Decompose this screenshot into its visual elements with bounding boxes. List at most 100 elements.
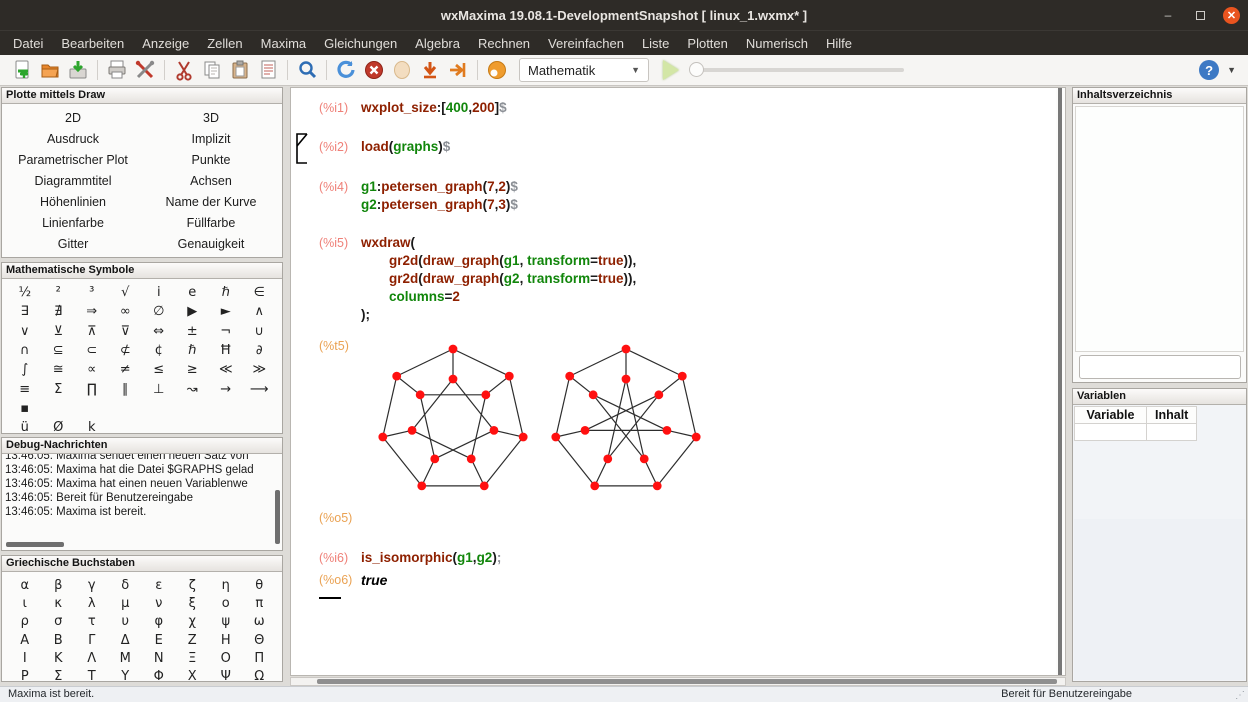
toc-list[interactable]: [1075, 106, 1244, 352]
greek-letter-button[interactable]: α: [8, 576, 42, 594]
jump-to-output-icon[interactable]: [418, 58, 442, 82]
greek-letter-button[interactable]: ω: [243, 613, 277, 631]
draw-tool-gitter[interactable]: Gitter: [4, 233, 142, 254]
greek-letter-button[interactable]: β: [42, 576, 76, 594]
menu-liste[interactable]: Liste: [633, 31, 678, 56]
greek-letter-button[interactable]: π: [243, 594, 277, 612]
menu-hilfe[interactable]: Hilfe: [817, 31, 861, 56]
cell-bracket[interactable]: [296, 133, 309, 170]
evaluate-all-icon[interactable]: [485, 58, 509, 82]
animation-slider[interactable]: [689, 58, 904, 82]
greek-letter-button[interactable]: σ: [42, 613, 76, 631]
menu-vereinfachen[interactable]: Vereinfachen: [539, 31, 633, 56]
menu-maxima[interactable]: Maxima: [252, 31, 316, 56]
symbol-button[interactable]: ∅: [142, 302, 176, 321]
resize-grip-icon[interactable]: ⋰: [1235, 690, 1245, 701]
symbol-button[interactable]: i: [142, 283, 176, 302]
symbol-button[interactable]: Ø: [42, 418, 76, 434]
symbol-button[interactable]: ∫: [8, 360, 42, 379]
symbol-button[interactable]: ≥: [176, 360, 210, 379]
symbol-button[interactable]: ¬: [209, 322, 243, 341]
menu-datei[interactable]: Datei: [4, 31, 52, 56]
greek-letter-button[interactable]: χ: [176, 613, 210, 631]
select-all-icon[interactable]: [256, 58, 280, 82]
worksheet-cell[interactable]: (%o5): [291, 509, 1065, 527]
greek-letter-button[interactable]: Ο: [209, 649, 243, 667]
symbol-button[interactable]: ∏: [75, 379, 109, 398]
draw-tool-2d[interactable]: 2D: [4, 107, 142, 128]
symbol-button[interactable]: ü: [8, 418, 42, 434]
symbol-button[interactable]: ∩: [8, 341, 42, 360]
debug-horizontal-scrollbar[interactable]: [6, 542, 64, 547]
draw-tool-parametrischer-plot[interactable]: Parametrischer Plot: [4, 149, 142, 170]
greek-letter-button[interactable]: υ: [109, 613, 143, 631]
greek-letter-button[interactable]: ψ: [209, 613, 243, 631]
play-animation-button[interactable]: [663, 60, 679, 80]
greek-letter-button[interactable]: Θ: [243, 631, 277, 649]
save-icon[interactable]: [66, 58, 90, 82]
menu-numerisch[interactable]: Numerisch: [737, 31, 817, 56]
greek-letter-button[interactable]: Β: [42, 631, 76, 649]
draw-tool-genauigkeit[interactable]: Genauigkeit: [142, 233, 280, 254]
greek-letter-button[interactable]: Ξ: [176, 649, 210, 667]
menu-algebra[interactable]: Algebra: [406, 31, 469, 56]
greek-letter-button[interactable]: λ: [75, 594, 109, 612]
draw-tool-punkte[interactable]: Punkte: [142, 149, 280, 170]
greek-letter-button[interactable]: Τ: [75, 667, 109, 682]
draw-tool-höhenlinien[interactable]: Höhenlinien: [4, 191, 142, 212]
draw-tool-achsen[interactable]: Achsen: [142, 170, 280, 191]
paste-icon[interactable]: [228, 58, 252, 82]
greek-letter-button[interactable]: Ω: [243, 667, 277, 682]
worksheet-cell[interactable]: (%i1)wxplot_size:[400,200]$: [291, 99, 1065, 117]
symbol-button[interactable]: ≪: [209, 360, 243, 379]
greek-letter-button[interactable]: τ: [75, 613, 109, 631]
worksheet-horizontal-scrollbar[interactable]: [290, 677, 1066, 686]
symbol-button[interactable]: ⊆: [42, 341, 76, 360]
symbol-button[interactable]: ³: [75, 283, 109, 302]
follow-evaluation-icon[interactable]: [446, 58, 470, 82]
symbol-button[interactable]: ⊼: [75, 322, 109, 341]
draw-tool-3d[interactable]: 3D: [142, 107, 280, 128]
greek-letter-button[interactable]: Ε: [142, 631, 176, 649]
greek-letter-button[interactable]: ε: [142, 576, 176, 594]
draw-tool-implizit[interactable]: Implizit: [142, 128, 280, 149]
greek-letter-button[interactable]: θ: [243, 576, 277, 594]
symbol-button[interactable]: ↝: [176, 379, 210, 398]
symbol-button[interactable]: →: [209, 379, 243, 398]
greek-letter-button[interactable]: ζ: [176, 576, 210, 594]
menu-gleichungen[interactable]: Gleichungen: [315, 31, 406, 56]
menu-bearbeiten[interactable]: Bearbeiten: [52, 31, 133, 56]
new-document-icon[interactable]: [10, 58, 34, 82]
menu-rechnen[interactable]: Rechnen: [469, 31, 539, 56]
symbol-button[interactable]: ⟶: [243, 379, 277, 398]
greek-letter-button[interactable]: ρ: [8, 613, 42, 631]
symbol-button[interactable]: ⇒: [75, 302, 109, 321]
variables-row[interactable]: [1075, 424, 1197, 441]
menu-plotten[interactable]: Plotten: [678, 31, 736, 56]
preferences-icon[interactable]: [133, 58, 157, 82]
find-icon[interactable]: [295, 58, 319, 82]
worksheet-vertical-scrollbar[interactable]: [1056, 88, 1065, 675]
symbol-button[interactable]: Σ: [42, 379, 76, 398]
greek-letter-button[interactable]: Γ: [75, 631, 109, 649]
greek-letter-button[interactable]: Η: [209, 631, 243, 649]
greek-letter-button[interactable]: ν: [142, 594, 176, 612]
greek-letter-button[interactable]: Α: [8, 631, 42, 649]
symbol-button[interactable]: ⊄: [109, 341, 143, 360]
symbol-button[interactable]: ⊻: [42, 322, 76, 341]
worksheet-cell[interactable]: (%t5): [291, 337, 1065, 508]
greek-letter-button[interactable]: κ: [42, 594, 76, 612]
worksheet[interactable]: (%i1)wxplot_size:[400,200]$(%i2)load(gra…: [290, 87, 1066, 676]
symbol-button[interactable]: ≅: [42, 360, 76, 379]
greek-letter-button[interactable]: Ρ: [8, 667, 42, 682]
symbol-button[interactable]: ∪: [243, 322, 277, 341]
symbol-button[interactable]: ≡: [8, 379, 42, 398]
worksheet-cell[interactable]: (%i4)g1:petersen_graph(7,2)$g2:petersen_…: [291, 178, 1065, 214]
draw-tool-ausdruck[interactable]: Ausdruck: [4, 128, 142, 149]
symbol-button[interactable]: ▶: [176, 302, 210, 321]
slider-knob[interactable]: [689, 62, 704, 77]
greek-letter-button[interactable]: Κ: [42, 649, 76, 667]
draw-tool-linienfarbe[interactable]: Linienfarbe: [4, 212, 142, 233]
greek-letter-button[interactable]: ι: [8, 594, 42, 612]
greek-letter-button[interactable]: Σ: [42, 667, 76, 682]
